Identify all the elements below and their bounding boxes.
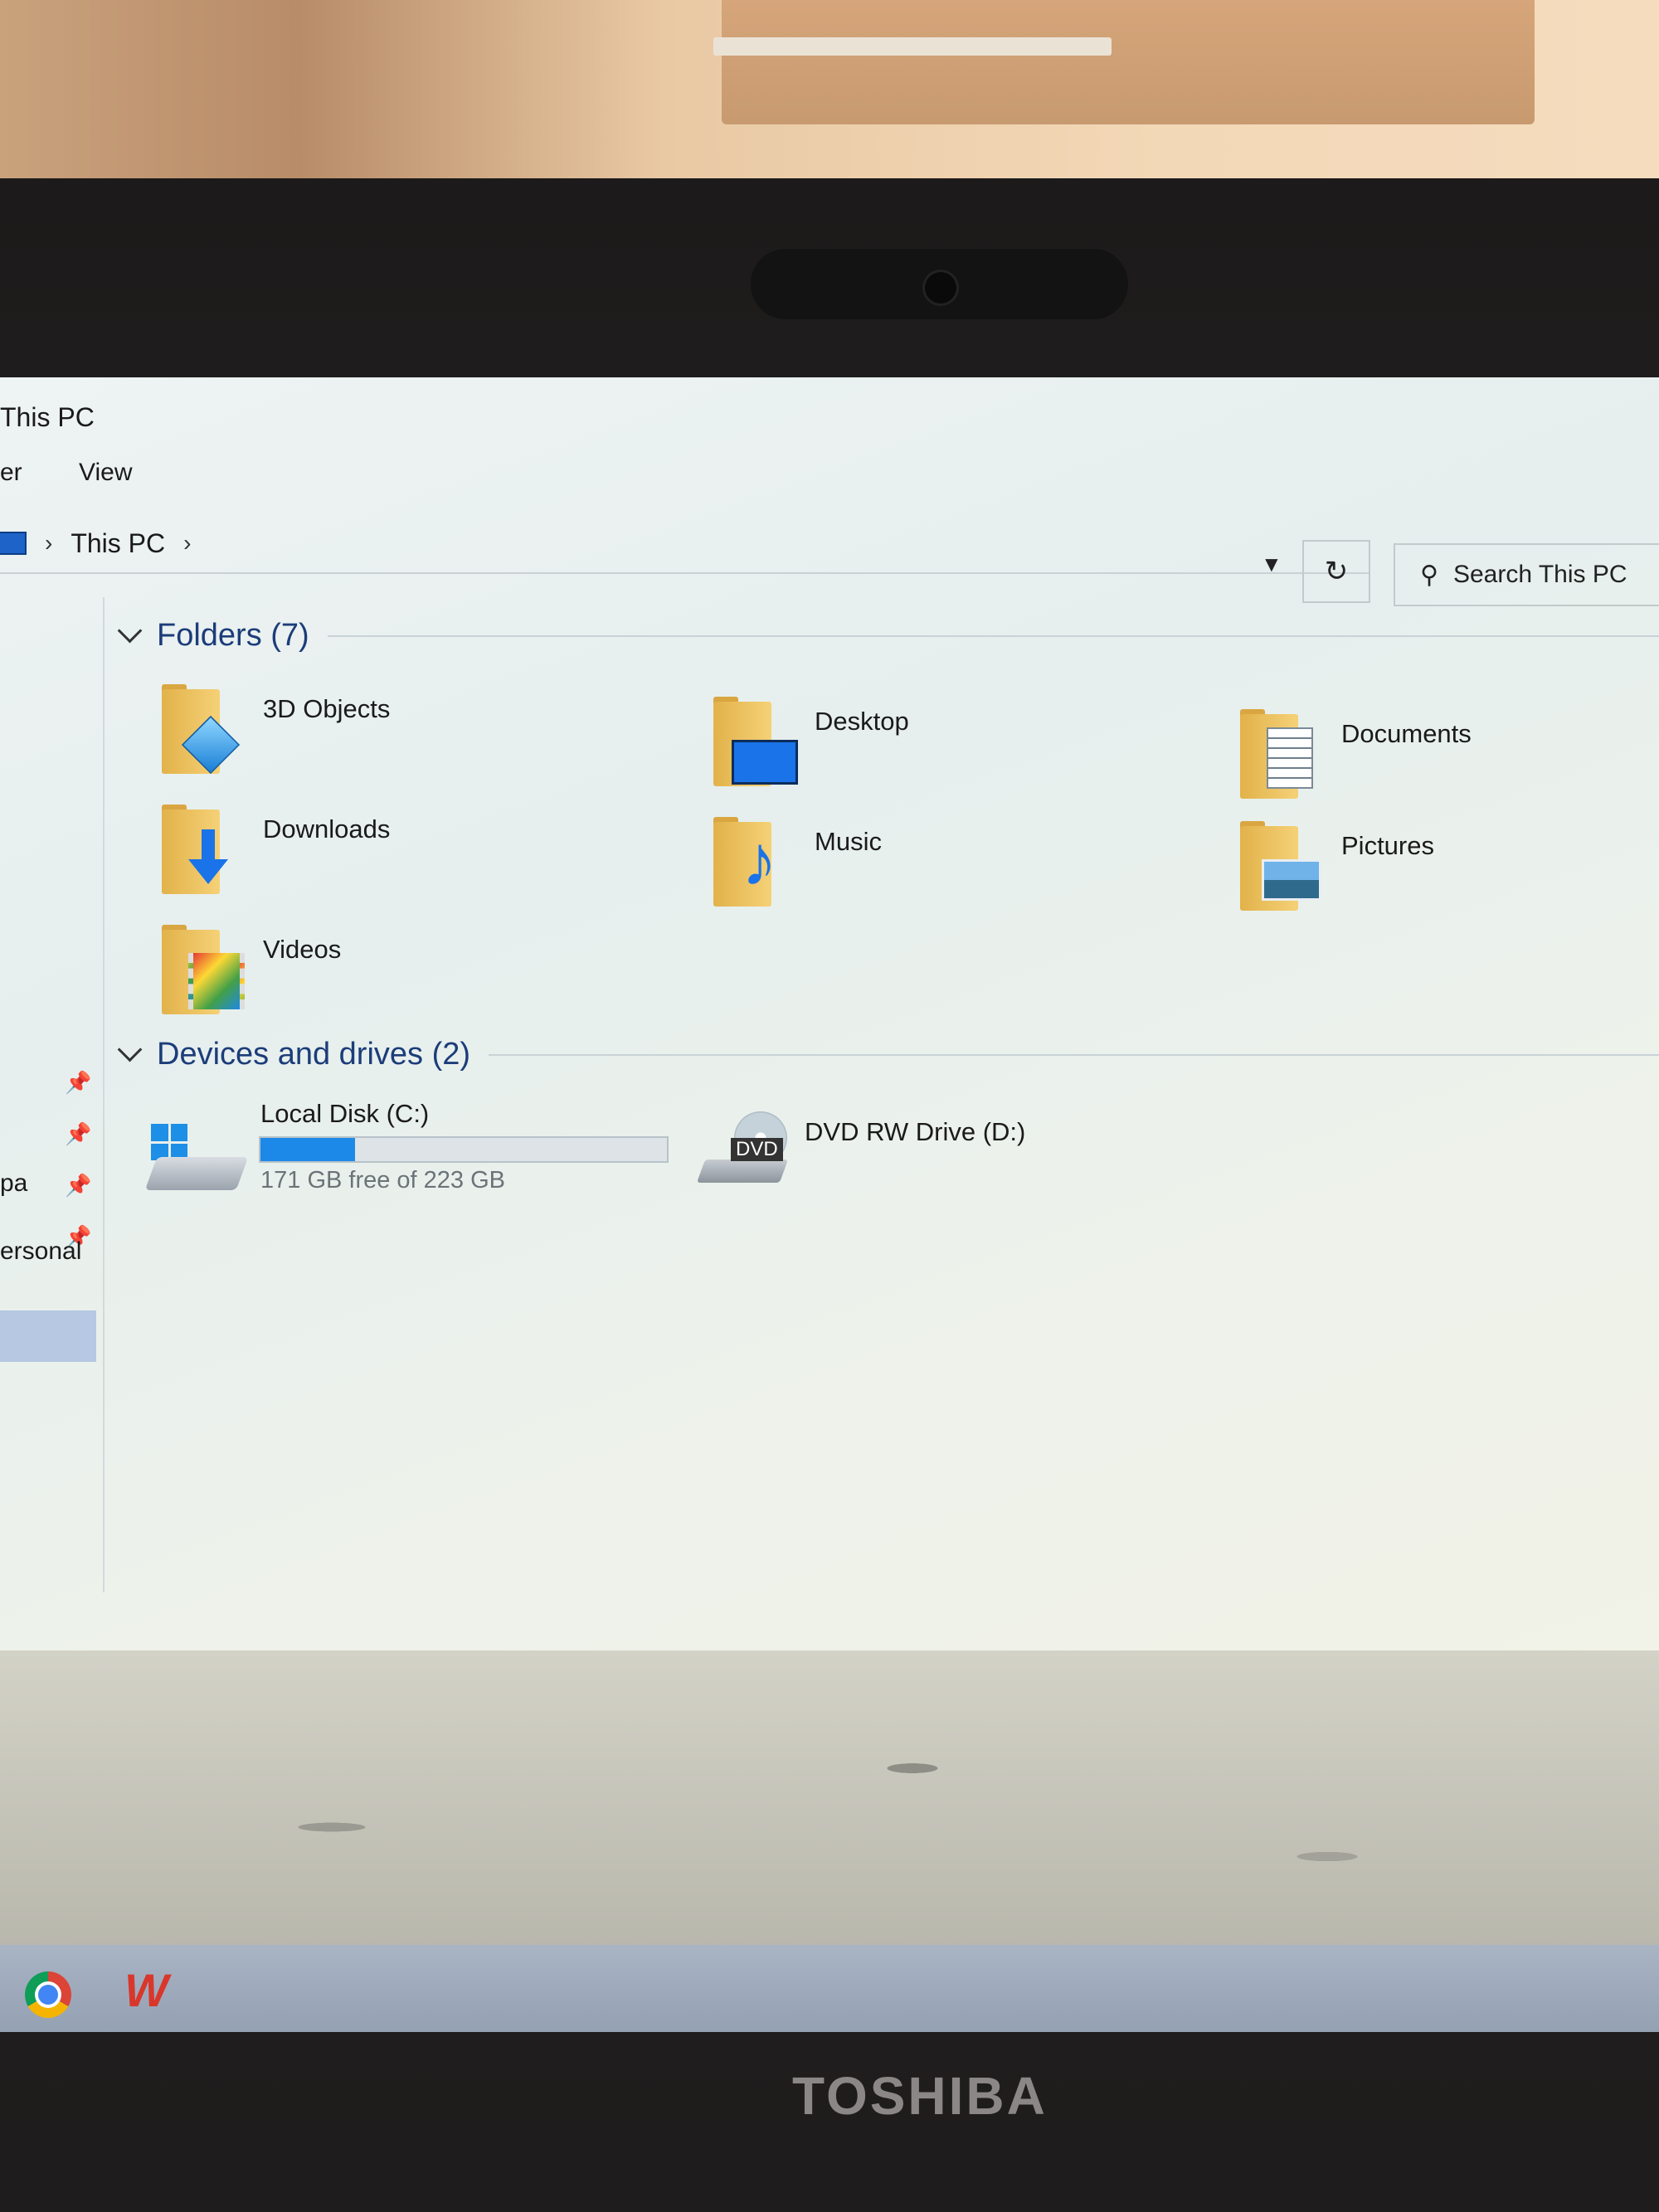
desktop-folder-icon	[713, 697, 798, 788]
window-title: This PC	[0, 402, 95, 432]
wall-shelf-board	[722, 0, 1535, 124]
search-placeholder: Search This PC	[1452, 561, 1627, 588]
music-folder-icon: ♪	[713, 817, 796, 908]
group-divider	[489, 1053, 1659, 1056]
folder-label: Documents	[1341, 719, 1472, 748]
breadcrumb-chevron-icon[interactable]: ›	[183, 530, 191, 557]
nav-item-personal[interactable]: ersonal	[0, 1237, 81, 1266]
collapse-chevron-icon[interactable]	[117, 618, 143, 644]
refresh-icon: ↻	[1324, 556, 1349, 587]
laptop-brand-logo: TOSHIBA	[792, 2066, 1048, 2126]
wall-shelf	[713, 37, 1112, 56]
drives-group-header[interactable]: Devices and drives (2)	[116, 1037, 1659, 1072]
search-input[interactable]: ⚲ Search This PC	[1394, 543, 1659, 606]
drive-c-usage-bar	[259, 1136, 669, 1163]
desktop-wallpaper	[0, 1650, 1659, 1945]
drive-c-usage-fill	[260, 1138, 356, 1161]
group-divider	[327, 634, 1659, 637]
3d-objects-folder-icon	[162, 684, 245, 775]
taskbar	[0, 1945, 1659, 2032]
drive-c-label[interactable]: Local Disk (C:)	[260, 1099, 429, 1129]
nav-item-partial[interactable]: pa	[0, 1169, 27, 1198]
drive-d-label[interactable]: DVD RW Drive (D:)	[805, 1117, 1025, 1147]
folders-group-header[interactable]: Folders (7)	[116, 618, 1659, 654]
folder-label: Downloads	[263, 814, 391, 843]
folder-3d-objects[interactable]: 3D Objects	[162, 684, 390, 775]
ribbon-menu: er View	[0, 459, 182, 487]
navigation-pane: 📌 📌 📌 📌 pa ersonal	[0, 597, 105, 1592]
drive-c-free-space: 171 GB free of 223 GB	[260, 1167, 506, 1194]
folder-label: Pictures	[1341, 831, 1434, 860]
search-icon: ⚲	[1420, 561, 1438, 589]
ribbon-tab-computer[interactable]: er	[0, 459, 22, 487]
address-history-dropdown-icon[interactable]: ▼	[1261, 552, 1282, 577]
laptop-screen: This PC er View › This PC › ▼ ↻ ⚲ Search…	[0, 377, 1659, 2032]
folder-downloads[interactable]: Downloads	[162, 805, 390, 896]
dvd-badge: DVD	[731, 1138, 783, 1161]
wps-office-icon[interactable]: W	[124, 1963, 168, 2017]
chrome-icon[interactable]	[25, 1971, 71, 2018]
pin-icon[interactable]: 📌	[65, 1173, 91, 1198]
folder-label: Videos	[263, 935, 342, 964]
collapse-chevron-icon[interactable]	[117, 1037, 143, 1062]
pin-icon[interactable]: 📌	[65, 1121, 91, 1147]
folder-label: 3D Objects	[263, 694, 391, 723]
address-bar[interactable]: › This PC ›	[0, 514, 1369, 574]
dvd-drive-icon[interactable]: DVD	[696, 1111, 800, 1194]
folder-desktop[interactable]: Desktop	[713, 697, 909, 788]
nav-item-selected-this-pc[interactable]	[0, 1310, 96, 1362]
breadcrumb-chevron-icon[interactable]: ›	[45, 530, 52, 557]
folder-documents[interactable]: Documents	[1240, 709, 1472, 800]
folder-label: Desktop	[815, 707, 909, 736]
this-pc-icon	[0, 532, 27, 555]
downloads-folder-icon	[162, 805, 245, 896]
videos-folder-icon	[162, 925, 245, 1016]
folder-videos[interactable]: Videos	[162, 925, 341, 1016]
pictures-folder-icon	[1240, 821, 1323, 912]
documents-folder-icon	[1240, 709, 1323, 800]
folder-music[interactable]: ♪ Music	[713, 817, 882, 908]
drives-group-title: Devices and drives (2)	[157, 1037, 471, 1072]
breadcrumb-this-pc[interactable]: This PC	[71, 528, 165, 559]
ribbon-tab-view[interactable]: View	[79, 459, 132, 487]
folder-label: Music	[815, 827, 882, 856]
windows-logo-icon	[151, 1124, 187, 1160]
webcam-lens	[925, 272, 956, 304]
pin-icon[interactable]: 📌	[65, 1070, 91, 1096]
folder-pictures[interactable]: Pictures	[1240, 821, 1434, 912]
folders-group-title: Folders (7)	[157, 618, 309, 653]
refresh-button[interactable]: ↻	[1302, 540, 1370, 603]
local-disk-icon[interactable]	[144, 1124, 251, 1207]
